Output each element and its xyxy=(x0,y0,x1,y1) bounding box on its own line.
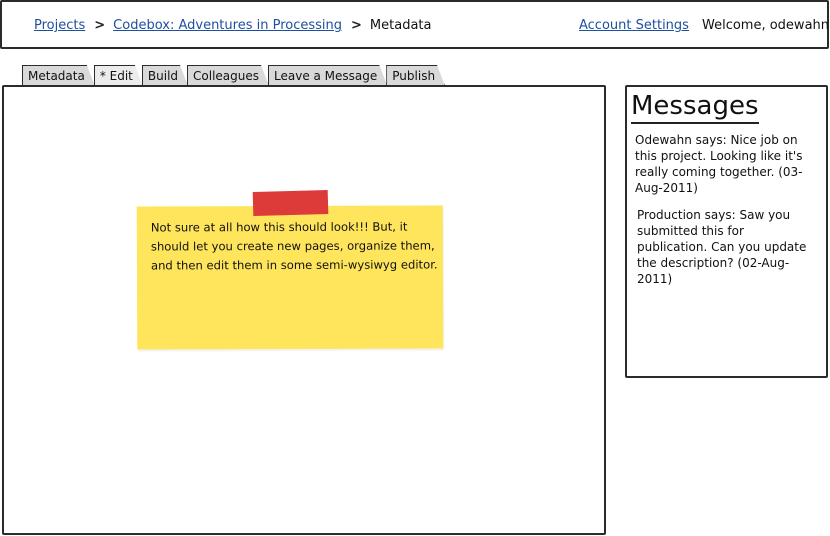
tab-bar: Metadata * Edit Build Colleagues Leave a… xyxy=(22,62,444,86)
tab-metadata[interactable]: Metadata xyxy=(22,65,95,86)
sticky-note: Not sure at all how this should look!!! … xyxy=(136,205,444,350)
tab-edit[interactable]: * Edit xyxy=(94,65,143,86)
sticky-note-text: Not sure at all how this should look!!! … xyxy=(150,219,438,273)
top-header-bar: Projects > Codebox: Adventures in Proces… xyxy=(0,0,829,49)
tab-build[interactable]: Build xyxy=(142,65,188,86)
tab-colleagues[interactable]: Colleagues xyxy=(187,65,269,86)
account-settings-link[interactable]: Account Settings xyxy=(579,18,689,33)
messages-title: Messages xyxy=(631,90,759,124)
welcome-user-text: Welcome, odewahn xyxy=(702,18,830,33)
messages-panel: Messages Odewahn says: Nice job on this … xyxy=(625,85,828,378)
breadcrumb: Projects > Codebox: Adventures in Proces… xyxy=(34,18,431,33)
tab-publish[interactable]: Publish xyxy=(386,65,445,86)
breadcrumb-project-link[interactable]: Codebox: Adventures in Processing xyxy=(113,18,342,33)
tape-icon xyxy=(252,190,329,216)
breadcrumb-separator-icon: > xyxy=(351,18,362,33)
breadcrumb-separator-icon: > xyxy=(94,18,106,33)
breadcrumb-projects-link[interactable]: Projects xyxy=(34,18,85,33)
breadcrumb-current-page: Metadata xyxy=(369,18,432,33)
tab-leave-a-message[interactable]: Leave a Message xyxy=(268,65,387,86)
message-item: Production says: Saw you submitted this … xyxy=(637,208,807,286)
message-item: Odewahn says: Nice job on this project. … xyxy=(635,133,803,195)
